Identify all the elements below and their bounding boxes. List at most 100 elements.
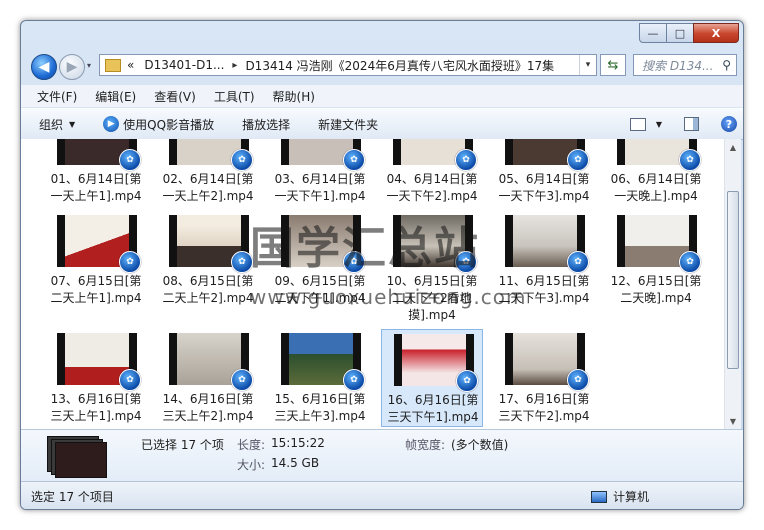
file-name-line: 05、6月14日[第 [498, 172, 590, 186]
play-qq-label: 使用QQ影音播放 [123, 117, 215, 132]
close-button[interactable]: X [693, 23, 739, 43]
file-item[interactable]: ✿ 02、6月14日[第 一天上午2].mp4 [157, 139, 259, 207]
file-name-line: 一天晚上].mp4 [614, 189, 698, 203]
status-text: 选定 17 个项目 [31, 490, 114, 504]
address-bar[interactable]: « D13401-D1... ▸ D13414 冯浩刚《2024年6月真传八宅风… [99, 54, 597, 76]
file-name-line: 17、6月16日[第 [498, 392, 590, 406]
file-name-line: 三天下午2].mp4 [498, 409, 590, 423]
scroll-down-icon[interactable]: ▼ [725, 413, 741, 429]
refresh-button[interactable]: ⇆ [600, 54, 626, 76]
qq-player-icon: ✿ [679, 251, 701, 273]
qq-player-icon: ✿ [567, 149, 589, 171]
file-name-line: 04、6月14日[第 [386, 172, 478, 186]
qq-player-icon: ✿ [455, 149, 477, 171]
play-selection-label: 播放选择 [242, 117, 291, 132]
menu-edit[interactable]: 编辑(E) [95, 88, 136, 105]
qq-player-icon: ✿ [231, 369, 253, 391]
file-name-line: 07、6月15日[第 [50, 274, 142, 288]
address-dropdown-icon[interactable]: ▾ [579, 55, 596, 75]
file-name-line: 二天晚].mp4 [620, 291, 692, 305]
file-name-line: 01、6月14日[第 [50, 172, 142, 186]
status-location-label: 计算机 [613, 490, 650, 504]
menu-file[interactable]: 文件(F) [37, 88, 77, 105]
qq-player-icon: ✿ [456, 370, 478, 392]
status-bar: 选定 17 个项目 计算机 [21, 481, 743, 509]
menu-tools[interactable]: 工具(T) [214, 88, 255, 105]
breadcrumb-separator-icon[interactable]: ▸ [232, 60, 237, 71]
help-icon[interactable]: ? [721, 116, 737, 132]
qq-player-icon: ▶ [103, 116, 120, 132]
file-name-line: 一天上午2].mp4 [162, 189, 254, 203]
file-item[interactable]: ✿ 12、6月15日[第 二天晚].mp4 [605, 211, 707, 309]
file-item[interactable]: ✿ 05、6月14日[第 一天下午3].mp4 [493, 139, 595, 207]
watermark-title: 国学汇总站 [250, 223, 480, 274]
file-item[interactable]: ✿ 15、6月16日[第 三天上午3].mp4 [269, 329, 371, 427]
forward-button[interactable]: ▶ [59, 54, 85, 80]
file-item[interactable]: ✿ 06、6月14日[第 一天晚上].mp4 [605, 139, 707, 207]
history-dropdown-icon[interactable]: ▾ [87, 61, 91, 70]
qq-player-icon: ✿ [231, 149, 253, 171]
play-selection-button[interactable]: 播放选择 [242, 116, 290, 133]
file-name-line: 12、6月15日[第 [610, 274, 702, 288]
vertical-scrollbar[interactable]: ▲ ▼ [724, 139, 741, 429]
qq-player-icon: ✿ [567, 251, 589, 273]
overflow-icon[interactable]: « [127, 58, 134, 72]
menu-bar: 文件(F) 编辑(E) 查看(V) 工具(T) 帮助(H) [21, 85, 743, 107]
new-folder-label: 新建文件夹 [318, 117, 379, 132]
file-item[interactable]: ✿ 04、6月14日[第 一天下午2].mp4 [381, 139, 483, 207]
file-name-line: 一天上午1].mp4 [50, 189, 142, 203]
file-name-line: 08、6月15日[第 [162, 274, 254, 288]
file-name-line: 三天上午3].mp4 [274, 409, 366, 423]
preview-pane-icon[interactable] [684, 117, 699, 131]
new-folder-button[interactable]: 新建文件夹 [318, 116, 378, 133]
file-item[interactable]: ✿ 17、6月16日[第 三天下午2].mp4 [493, 329, 595, 427]
view-options-icon[interactable] [629, 117, 646, 131]
file-name-line: 06、6月14日[第 [610, 172, 702, 186]
frame-width-label: 帧宽度: [405, 438, 446, 452]
folder-icon [105, 58, 121, 72]
qq-player-icon: ✿ [119, 251, 141, 273]
file-item[interactable]: ✿ 16、6月16日[第 三天下午1].mp4 [381, 329, 483, 427]
qq-player-icon: ✿ [119, 369, 141, 391]
play-qq-button[interactable]: ▶ 使用QQ影音播放 [103, 116, 214, 133]
computer-icon [591, 490, 607, 503]
qq-player-icon: ✿ [679, 149, 701, 171]
qq-player-icon: ✿ [343, 149, 365, 171]
file-name-line: 三天下午1].mp4 [387, 410, 479, 424]
file-item[interactable]: ✿ 14、6月16日[第 三天上午2].mp4 [157, 329, 259, 427]
maximize-button[interactable]: □ [666, 23, 694, 43]
length-label: 长度: [237, 438, 266, 452]
search-input[interactable]: 搜索 D134... ⚲ [633, 54, 737, 76]
view-dropdown-icon[interactable]: ▼ [656, 120, 662, 129]
file-name-line: 15、6月16日[第 [274, 392, 366, 406]
watermark-url: www.guoxuehuizong.com [250, 285, 527, 309]
scrollbar-thumb[interactable] [727, 191, 739, 369]
file-name-line: 三天上午2].mp4 [162, 409, 254, 423]
file-name-line: 一天下午2].mp4 [386, 189, 478, 203]
file-item[interactable]: ✿ 03、6月14日[第 一天下午1].mp4 [269, 139, 371, 207]
breadcrumb-current[interactable]: D13414 冯浩刚《2024年6月真传八宅风水面授班》17集 [245, 57, 554, 74]
scroll-up-icon[interactable]: ▲ [725, 139, 741, 155]
breadcrumb-parent[interactable]: D13401-D1... [144, 58, 224, 72]
length-value: 15:15:22 [271, 436, 325, 450]
file-name-line: 二天上午1].mp4 [50, 291, 142, 305]
file-name-line: 13、6月16日[第 [50, 392, 142, 406]
file-item[interactable]: ✿ 13、6月16日[第 三天上午1].mp4 [45, 329, 147, 427]
back-button[interactable]: ◀ [31, 54, 57, 80]
chevron-down-icon: ▼ [69, 119, 76, 129]
details-pane: 已选择 17 个项 长度: 15:15:22 大小: 14.5 GB 帧宽度: … [21, 429, 743, 482]
minimize-button[interactable]: — [639, 23, 667, 43]
organize-label: 组织 [39, 117, 64, 132]
file-name-line: 摸].mp4 [408, 308, 456, 322]
file-item[interactable]: ✿ 07、6月15日[第 二天上午1].mp4 [45, 211, 147, 309]
selected-count: 已选择 17 个项 [141, 438, 224, 452]
file-item[interactable]: ✿ 08、6月15日[第 二天上午2].mp4 [157, 211, 259, 309]
organize-button[interactable]: 组织 ▼ [39, 116, 75, 133]
size-value: 14.5 GB [271, 456, 320, 470]
file-item[interactable]: ✿ 01、6月14日[第 一天上午1].mp4 [45, 139, 147, 207]
status-location: 计算机 [591, 488, 649, 505]
size-label: 大小: [237, 458, 266, 472]
menu-view[interactable]: 查看(V) [154, 88, 196, 105]
search-icon[interactable]: ⚲ [722, 58, 731, 72]
menu-help[interactable]: 帮助(H) [273, 88, 315, 105]
